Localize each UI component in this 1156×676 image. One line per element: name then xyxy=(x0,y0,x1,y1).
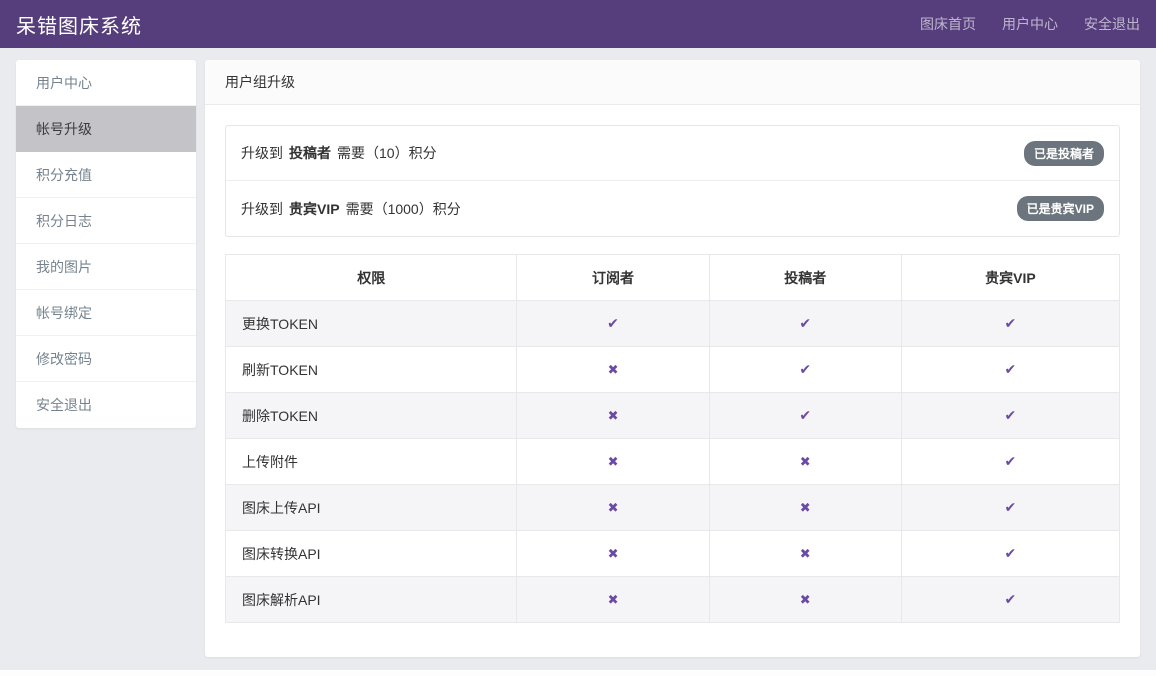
cross-icon: ✖ xyxy=(608,454,619,469)
permission-name: 刷新TOKEN xyxy=(226,347,517,393)
table-header-row: 权限订阅者投稿者贵宾VIP xyxy=(226,255,1120,301)
check-icon: ✔ xyxy=(1005,315,1017,331)
sidebar-item[interactable]: 帐号绑定 xyxy=(16,290,196,336)
top-header: 呆错图床系统 图床首页 用户中心 安全退出 xyxy=(0,0,1156,48)
check-icon: ✔ xyxy=(799,361,811,377)
header-nav-link[interactable]: 安全退出 xyxy=(1084,14,1140,34)
permission-mark-cell: ✔ xyxy=(709,347,901,393)
cross-icon: ✖ xyxy=(800,454,811,469)
permission-name: 图床转换API xyxy=(226,531,517,577)
permission-mark-cell: ✔ xyxy=(709,393,901,439)
permission-name: 更换TOKEN xyxy=(226,301,517,347)
permissions-table: 权限订阅者投稿者贵宾VIP 更换TOKEN✔✔✔刷新TOKEN✖✔✔删除TOKE… xyxy=(225,254,1120,623)
permission-mark-cell: ✖ xyxy=(709,485,901,531)
check-icon: ✔ xyxy=(1005,407,1017,423)
cross-icon: ✖ xyxy=(800,500,811,515)
table-row: 刷新TOKEN ✖ ✔ ✔ xyxy=(226,347,1120,393)
cross-icon: ✖ xyxy=(608,408,619,423)
panel-title: 用户组升级 xyxy=(205,60,1140,105)
check-icon: ✔ xyxy=(1005,361,1017,377)
permission-name: 图床解析API xyxy=(226,577,517,623)
cross-icon: ✖ xyxy=(800,546,811,561)
table-header-cell: 权限 xyxy=(226,255,517,301)
check-icon: ✔ xyxy=(1005,499,1017,515)
permission-mark-cell: ✖ xyxy=(709,531,901,577)
main-panel: 用户组升级 升级到投稿者需要（10）积分 已是投稿者 升级到贵宾VIP需要（10… xyxy=(205,60,1140,657)
permission-mark-cell: ✔ xyxy=(901,531,1119,577)
cross-icon: ✖ xyxy=(608,546,619,561)
upgrade-row: 升级到贵宾VIP 需要（1000）积分 已是贵宾VIP xyxy=(226,181,1119,236)
permission-mark-cell: ✔ xyxy=(901,393,1119,439)
cross-icon: ✖ xyxy=(608,362,619,377)
sidebar-item[interactable]: 安全退出 xyxy=(16,382,196,428)
sidebar-item[interactable]: 积分日志 xyxy=(16,198,196,244)
permission-mark-cell: ✔ xyxy=(901,301,1119,347)
table-row: 图床上传API ✖ ✖ ✔ xyxy=(226,485,1120,531)
permission-mark-cell: ✔ xyxy=(517,301,709,347)
table-row: 删除TOKEN ✖ ✔ ✔ xyxy=(226,393,1120,439)
check-icon: ✔ xyxy=(1005,591,1017,607)
permission-mark-cell: ✖ xyxy=(709,577,901,623)
upgrade-status-badge: 已是贵宾VIP xyxy=(1017,196,1104,221)
table-row: 上传附件 ✖ ✖ ✔ xyxy=(226,439,1120,485)
permission-mark-cell: ✖ xyxy=(517,577,709,623)
table-row: 更换TOKEN ✔ ✔ ✔ xyxy=(226,301,1120,347)
upgrade-prefix: 升级到 xyxy=(241,145,283,161)
cross-icon: ✖ xyxy=(608,592,619,607)
footer xyxy=(0,670,1156,676)
table-header-cell: 订阅者 xyxy=(517,255,709,301)
permission-name: 上传附件 xyxy=(226,439,517,485)
upgrade-box: 升级到投稿者需要（10）积分 已是投稿者 升级到贵宾VIP需要（1000）积分 … xyxy=(225,125,1120,237)
upgrade-group: 贵宾VIP xyxy=(289,201,340,217)
sidebar: 用户中心 帐号升级 积分充值 积分日志 我的图片 帐号绑定 修改密码 安全退出 xyxy=(16,60,196,428)
check-icon: ✔ xyxy=(799,315,811,331)
table-header-cell: 贵宾VIP xyxy=(901,255,1119,301)
cross-icon: ✖ xyxy=(608,500,619,515)
permission-mark-cell: ✔ xyxy=(901,347,1119,393)
permission-mark-cell: ✔ xyxy=(901,485,1119,531)
permission-mark-cell: ✖ xyxy=(709,439,901,485)
upgrade-group: 投稿者 xyxy=(289,145,331,161)
sidebar-item[interactable]: 积分充值 xyxy=(16,152,196,198)
permission-mark-cell: ✖ xyxy=(517,439,709,485)
table-header-cell: 投稿者 xyxy=(709,255,901,301)
upgrade-row: 升级到投稿者需要（10）积分 已是投稿者 xyxy=(226,126,1119,181)
panel-body: 升级到投稿者需要（10）积分 已是投稿者 升级到贵宾VIP需要（1000）积分 … xyxy=(205,105,1140,643)
sidebar-item[interactable]: 用户中心 xyxy=(16,60,196,106)
upgrade-text: 升级到贵宾VIP 需要（1000）积分 xyxy=(241,199,1017,219)
check-icon: ✔ xyxy=(607,315,619,331)
permission-mark-cell: ✖ xyxy=(517,485,709,531)
permission-mark-cell: ✔ xyxy=(709,301,901,347)
cross-icon: ✖ xyxy=(800,592,811,607)
sidebar-item[interactable]: 帐号升级 xyxy=(16,106,196,152)
upgrade-text: 升级到投稿者需要（10）积分 xyxy=(241,143,1024,163)
app-title: 呆错图床系统 xyxy=(16,10,142,39)
header-nav-link[interactable]: 图床首页 xyxy=(920,14,976,34)
table-row: 图床转换API ✖ ✖ ✔ xyxy=(226,531,1120,577)
permission-mark-cell: ✖ xyxy=(517,531,709,577)
upgrade-status-badge: 已是投稿者 xyxy=(1024,141,1104,166)
sidebar-item[interactable]: 我的图片 xyxy=(16,244,196,290)
header-nav-link[interactable]: 用户中心 xyxy=(1002,14,1058,34)
header-nav: 图床首页 用户中心 安全退出 xyxy=(894,14,1140,34)
page-layout: 用户中心 帐号升级 积分充值 积分日志 我的图片 帐号绑定 修改密码 安全退出 … xyxy=(0,48,1156,657)
permission-name: 删除TOKEN xyxy=(226,393,517,439)
permission-name: 图床上传API xyxy=(226,485,517,531)
permission-mark-cell: ✖ xyxy=(517,393,709,439)
upgrade-requirement: 需要（10）积分 xyxy=(337,145,437,161)
table-row: 图床解析API ✖ ✖ ✔ xyxy=(226,577,1120,623)
permission-mark-cell: ✔ xyxy=(901,577,1119,623)
check-icon: ✔ xyxy=(799,407,811,423)
upgrade-requirement: 需要（1000）积分 xyxy=(346,201,461,217)
check-icon: ✔ xyxy=(1005,545,1017,561)
sidebar-item[interactable]: 修改密码 xyxy=(16,336,196,382)
permission-mark-cell: ✔ xyxy=(901,439,1119,485)
upgrade-prefix: 升级到 xyxy=(241,201,283,217)
permission-mark-cell: ✖ xyxy=(517,347,709,393)
check-icon: ✔ xyxy=(1005,453,1017,469)
